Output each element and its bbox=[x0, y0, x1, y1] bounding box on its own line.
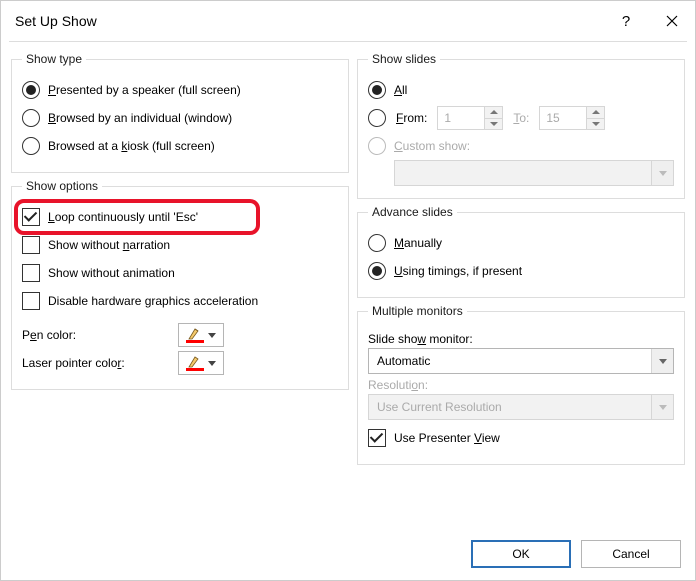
chevron-down-icon bbox=[651, 349, 673, 373]
setup-show-dialog: Set Up Show ? Show type Presented by a s… bbox=[0, 0, 696, 581]
resolution-select: Use Current Resolution bbox=[368, 394, 674, 420]
titlebar: Set Up Show ? bbox=[1, 1, 695, 41]
browsed-individual-radio[interactable] bbox=[22, 109, 40, 127]
timings-radio[interactable] bbox=[368, 262, 386, 280]
manually-radio[interactable] bbox=[368, 234, 386, 252]
from-down[interactable] bbox=[485, 118, 502, 130]
browsed-kiosk-radio[interactable] bbox=[22, 137, 40, 155]
monitor-select[interactable]: Automatic bbox=[368, 348, 674, 374]
chevron-down-icon bbox=[208, 333, 216, 338]
chevron-down-icon bbox=[208, 361, 216, 366]
presenter-view-label: Use Presenter View bbox=[394, 431, 500, 445]
advance-slides-legend: Advance slides bbox=[368, 205, 457, 219]
from-up[interactable] bbox=[485, 107, 502, 118]
close-icon bbox=[666, 15, 678, 27]
cancel-button[interactable]: Cancel bbox=[581, 540, 681, 568]
browsed-individual-label: Browsed by an individual (window) bbox=[48, 111, 232, 125]
chevron-down-icon bbox=[651, 161, 673, 185]
loop-checkbox[interactable] bbox=[22, 208, 40, 226]
custom-show-select bbox=[394, 160, 674, 186]
custom-show-label: Custom show: bbox=[394, 139, 470, 153]
to-input[interactable] bbox=[540, 107, 586, 129]
resolution-value: Use Current Resolution bbox=[369, 395, 651, 419]
laser-color-icon bbox=[186, 355, 204, 371]
monitor-label: Slide show monitor: bbox=[368, 332, 674, 346]
pen-color-label: Pen color: bbox=[22, 328, 168, 342]
dialog-title: Set Up Show bbox=[15, 13, 603, 29]
monitor-value: Automatic bbox=[369, 349, 651, 373]
browsed-kiosk-label: Browsed at a kiosk (full screen) bbox=[48, 139, 215, 153]
disable-hw-label: Disable hardware graphics acceleration bbox=[48, 294, 258, 308]
laser-color-label: Laser pointer color: bbox=[22, 356, 168, 370]
show-slides-legend: Show slides bbox=[368, 52, 440, 66]
custom-show-radio bbox=[368, 137, 386, 155]
show-options-group: Show options Loop continuously until 'Es… bbox=[11, 179, 349, 390]
resolution-label: Resolution: bbox=[368, 378, 674, 392]
pen-color-picker[interactable] bbox=[178, 323, 224, 347]
show-type-group: Show type Presented by a speaker (full s… bbox=[11, 52, 349, 173]
to-up[interactable] bbox=[587, 107, 604, 118]
from-input[interactable] bbox=[438, 107, 484, 129]
presented-radio[interactable] bbox=[22, 81, 40, 99]
timings-label: Using timings, if present bbox=[394, 264, 522, 278]
multiple-monitors-legend: Multiple monitors bbox=[368, 304, 467, 318]
no-animation-checkbox[interactable] bbox=[22, 264, 40, 282]
no-narration-checkbox[interactable] bbox=[22, 236, 40, 254]
to-label: To: bbox=[513, 111, 529, 125]
ok-button[interactable]: OK bbox=[471, 540, 571, 568]
from-label: From: bbox=[396, 111, 427, 125]
dialog-content: Show type Presented by a speaker (full s… bbox=[1, 42, 695, 528]
from-radio[interactable] bbox=[368, 109, 386, 127]
right-column: Show slides All From: To: bbox=[357, 52, 685, 528]
advance-slides-group: Advance slides Manually Using timings, i… bbox=[357, 205, 685, 298]
close-button[interactable] bbox=[649, 1, 695, 41]
all-slides-label: All bbox=[394, 83, 407, 97]
pen-color-icon bbox=[186, 327, 204, 343]
manually-label: Manually bbox=[394, 236, 442, 250]
to-down[interactable] bbox=[587, 118, 604, 130]
help-button[interactable]: ? bbox=[603, 1, 649, 41]
left-column: Show type Presented by a speaker (full s… bbox=[11, 52, 349, 528]
loop-label: Loop continuously until 'Esc' bbox=[48, 210, 198, 224]
from-spinner[interactable] bbox=[437, 106, 503, 130]
show-slides-group: Show slides All From: To: bbox=[357, 52, 685, 199]
all-slides-radio[interactable] bbox=[368, 81, 386, 99]
laser-color-picker[interactable] bbox=[178, 351, 224, 375]
no-animation-label: Show without animation bbox=[48, 266, 175, 280]
presented-label: Presented by a speaker (full screen) bbox=[48, 83, 241, 97]
custom-show-value bbox=[395, 161, 651, 185]
no-narration-label: Show without narration bbox=[48, 238, 170, 252]
to-spinner[interactable] bbox=[539, 106, 605, 130]
multiple-monitors-group: Multiple monitors Slide show monitor: Au… bbox=[357, 304, 685, 465]
dialog-footer: OK Cancel bbox=[1, 528, 695, 580]
show-type-legend: Show type bbox=[22, 52, 86, 66]
show-options-legend: Show options bbox=[22, 179, 102, 193]
disable-hw-checkbox[interactable] bbox=[22, 292, 40, 310]
chevron-down-icon bbox=[651, 395, 673, 419]
presenter-view-checkbox[interactable] bbox=[368, 429, 386, 447]
